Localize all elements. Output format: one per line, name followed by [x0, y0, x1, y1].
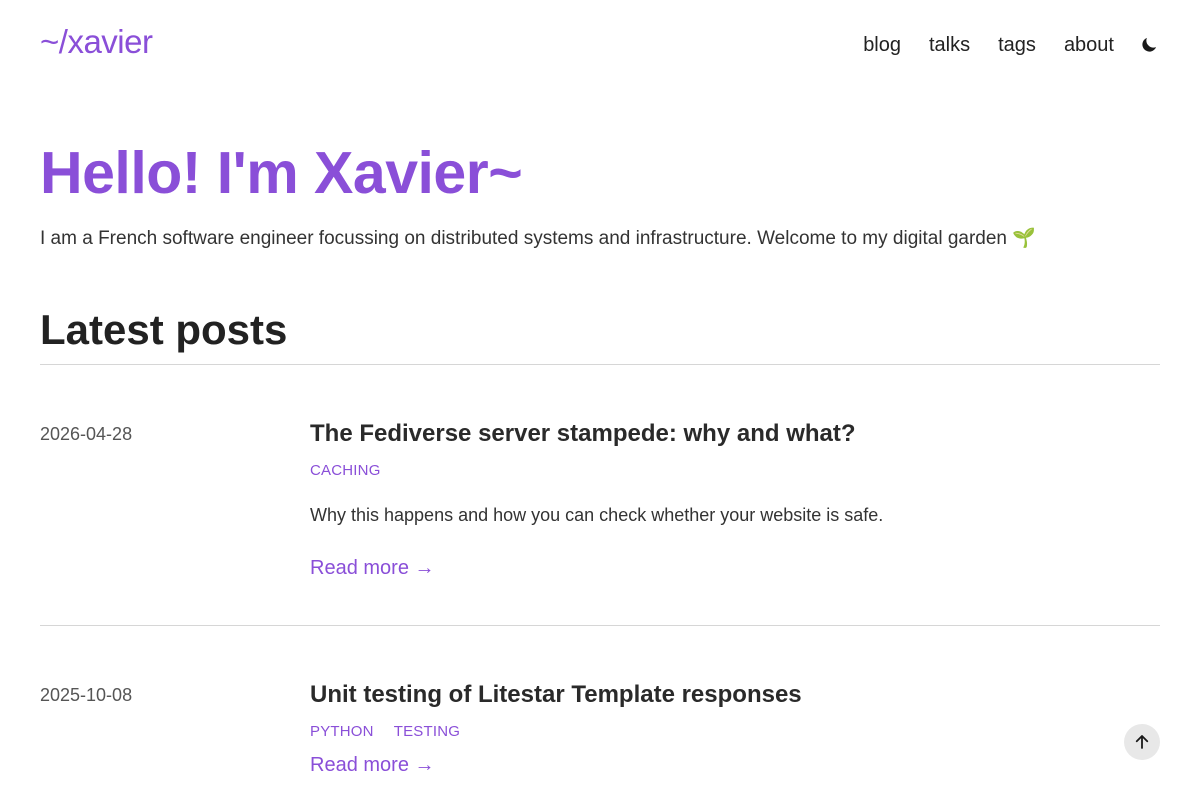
site-logo-link[interactable]: ~/xavier [40, 23, 153, 61]
hero-title: Hello! I'm Xavier~ [40, 140, 523, 206]
tag-link-python[interactable]: PYTHON [310, 723, 374, 740]
hero-intro: I am a French software engineer focussin… [40, 228, 1036, 249]
post-date: 2026-04-28 [40, 424, 133, 444]
nav-item-talks[interactable]: talks [929, 34, 970, 57]
read-more-link[interactable]: Read more → [310, 557, 435, 580]
post-body: Unit testing of Litestar Template respon… [310, 681, 1160, 777]
latest-posts-title: Latest posts [40, 306, 288, 353]
site-header: ~/xavier blog talks tags about [40, 0, 1160, 90]
post-date: 2025-10-08 [40, 685, 133, 705]
read-more-link[interactable]: Read more → [310, 754, 435, 777]
post-title-link[interactable]: Unit testing of Litestar Template respon… [310, 681, 1160, 709]
post-body: The Fediverse server stampede: why and w… [310, 420, 1160, 580]
back-to-top-button[interactable] [1124, 724, 1160, 760]
post-item: 2025-10-08 Unit testing of Litestar Temp… [40, 626, 1160, 800]
post-item: 2026-04-28 The Fediverse server stampede… [40, 365, 1160, 626]
main-nav: blog talks tags about [835, 34, 1160, 57]
post-tags: PYTHON TESTING [310, 723, 1160, 740]
page: ~/xavier blog talks tags about Hello! I'… [0, 0, 1200, 800]
arrow-up-icon [1135, 735, 1149, 749]
tag-link-testing[interactable]: TESTING [394, 723, 460, 740]
post-summary: Why this happens and how you can check w… [310, 505, 884, 525]
theme-toggle-button[interactable] [1138, 34, 1160, 56]
moon-icon [1142, 37, 1157, 52]
nav-item-about[interactable]: about [1064, 34, 1114, 57]
nav-item-tags[interactable]: tags [998, 34, 1036, 57]
tag-link-caching[interactable]: CACHING [310, 462, 381, 479]
post-title-link[interactable]: The Fediverse server stampede: why and w… [310, 420, 1160, 448]
post-tags: CACHING [310, 462, 1160, 479]
nav-item-blog[interactable]: blog [863, 34, 901, 57]
